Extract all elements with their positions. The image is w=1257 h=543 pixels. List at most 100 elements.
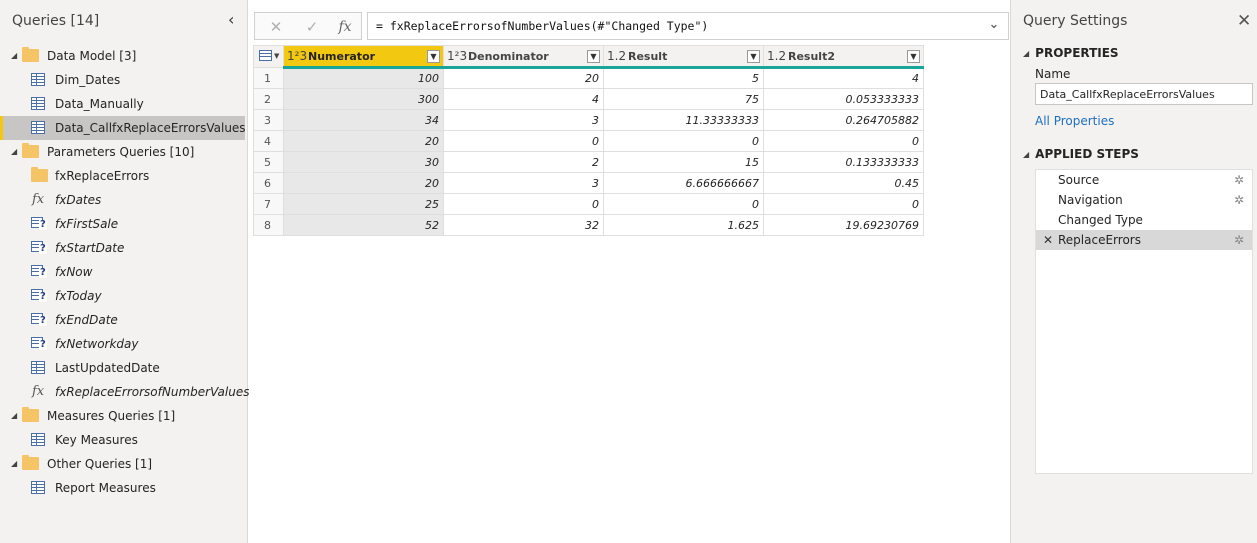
column-header[interactable]: 1²3 Denominator ▼ <box>443 45 604 69</box>
query-group[interactable]: ◢ Measures Queries [1] <box>0 404 248 428</box>
query-item[interactable]: fx fxReplaceErrorsofNumberValues <box>0 380 249 404</box>
query-item[interactable]: fxEndDate <box>0 308 248 332</box>
table-row: 4 20 0 0 0 <box>253 130 924 152</box>
table-cell[interactable]: 0 <box>763 193 924 215</box>
column-header[interactable]: 1.2 Result ▼ <box>603 45 764 69</box>
query-item[interactable]: fxToday <box>0 284 248 308</box>
row-number[interactable]: 7 <box>253 193 284 215</box>
table-cell[interactable]: 0.053333333 <box>763 88 924 110</box>
query-item[interactable]: Dim_Dates <box>0 68 248 92</box>
row-number[interactable]: 2 <box>253 88 284 110</box>
table-cell[interactable]: 0 <box>763 130 924 152</box>
table-cell[interactable]: 0 <box>603 193 764 215</box>
query-item[interactable]: fx fxDates <box>0 188 248 212</box>
gear-icon[interactable]: ✲ <box>1234 230 1244 250</box>
commit-formula-icon[interactable]: ✓ <box>302 17 322 37</box>
filter-dropdown-icon[interactable]: ▼ <box>587 49 600 63</box>
row-number[interactable]: 6 <box>253 172 284 194</box>
table-cell[interactable]: 19.69230769 <box>763 214 924 236</box>
query-group[interactable]: ◢ Other Queries [1] <box>0 452 248 476</box>
table-cell[interactable]: 6.666666667 <box>603 172 764 194</box>
query-item[interactable]: fxReplaceErrors <box>0 164 248 188</box>
column-header[interactable]: 1²3 Numerator ▼ <box>283 45 444 69</box>
table-cell[interactable]: 300 <box>283 88 444 110</box>
delete-step-icon[interactable]: ✕ <box>1043 230 1053 250</box>
query-item[interactable]: Data_CallfxReplaceErrorsValues <box>0 116 246 140</box>
table-cell[interactable]: 75 <box>603 88 764 110</box>
gear-icon[interactable]: ✲ <box>1234 170 1244 190</box>
applied-step[interactable]: Changed Type <box>1036 210 1252 230</box>
query-item[interactable]: Key Measures <box>0 428 248 452</box>
expand-triangle-icon[interactable]: ◢ <box>11 452 17 476</box>
row-number[interactable]: 3 <box>253 109 284 131</box>
table-cell[interactable]: 4 <box>443 88 604 110</box>
table-cell[interactable]: 0.264705882 <box>763 109 924 131</box>
gear-icon[interactable]: ✲ <box>1234 190 1244 210</box>
query-item[interactable]: fxFirstSale <box>0 212 248 236</box>
table-cell[interactable]: 0 <box>603 130 764 152</box>
row-number[interactable]: 1 <box>253 67 284 89</box>
table-cell[interactable]: 25 <box>283 193 444 215</box>
column-type-icon[interactable]: 1²3 <box>287 47 307 66</box>
table-cell[interactable]: 0.45 <box>763 172 924 194</box>
row-number[interactable]: 5 <box>253 151 284 173</box>
applied-step[interactable]: ✕ ReplaceErrors ✲ <box>1036 230 1252 250</box>
table-cell[interactable]: 0 <box>443 130 604 152</box>
cancel-formula-icon[interactable]: ✕ <box>266 17 286 37</box>
table-cell[interactable]: 15 <box>603 151 764 173</box>
expand-formula-icon[interactable]: ⌄ <box>986 17 1002 35</box>
row-number[interactable]: 4 <box>253 130 284 152</box>
table-cell[interactable]: 3 <box>443 172 604 194</box>
table-cell[interactable]: 0.133333333 <box>763 151 924 173</box>
query-item[interactable]: LastUpdatedDate <box>0 356 248 380</box>
table-cell[interactable]: 4 <box>763 67 924 89</box>
row-number[interactable]: 8 <box>253 214 284 236</box>
column-type-icon[interactable]: 1²3 <box>447 47 467 66</box>
filter-dropdown-icon[interactable]: ▼ <box>427 49 440 63</box>
table-row: 8 52 32 1.625 19.69230769 <box>253 214 924 236</box>
column-name: Denominator <box>468 49 549 63</box>
applied-step[interactable]: Source ✲ <box>1036 170 1252 190</box>
expand-triangle-icon[interactable]: ◢ <box>11 44 17 68</box>
all-properties-link[interactable]: All Properties <box>1035 114 1114 128</box>
table-cell[interactable]: 20 <box>283 172 444 194</box>
table-cell[interactable]: 0 <box>443 193 604 215</box>
table-cell[interactable]: 3 <box>443 109 604 131</box>
column-type-icon[interactable]: 1.2 <box>607 47 626 66</box>
column-type-icon[interactable]: 1.2 <box>767 47 786 66</box>
query-group[interactable]: ◢ Data Model [3] <box>0 44 248 68</box>
table-cell[interactable]: 100 <box>283 67 444 89</box>
table-cell[interactable]: 34 <box>283 109 444 131</box>
query-item[interactable]: fxNetworkday <box>0 332 248 356</box>
formula-text[interactable]: = fxReplaceErrorsofNumberValues(#"Change… <box>376 19 708 33</box>
filter-dropdown-icon[interactable]: ▼ <box>747 49 760 63</box>
column-header[interactable]: 1.2 Result2 ▼ <box>763 45 924 69</box>
filter-dropdown-icon[interactable]: ▼ <box>907 49 920 63</box>
table-cell[interactable]: 32 <box>443 214 604 236</box>
table-cell[interactable]: 11.33333333 <box>603 109 764 131</box>
query-group[interactable]: ◢ Parameters Queries [10] <box>0 140 248 164</box>
table-cell[interactable]: 2 <box>443 151 604 173</box>
query-name-input[interactable] <box>1035 83 1253 105</box>
query-item[interactable]: fxStartDate <box>0 236 248 260</box>
table-cell[interactable]: 30 <box>283 151 444 173</box>
expand-triangle-icon[interactable]: ◢ <box>11 140 17 164</box>
applied-steps-section-header[interactable]: ◢ APPLIED STEPS <box>1023 147 1139 161</box>
query-item[interactable]: Report Measures <box>0 476 248 500</box>
properties-section-header[interactable]: ◢ PROPERTIES <box>1023 46 1119 60</box>
table-cell[interactable]: 1.625 <box>603 214 764 236</box>
applied-step[interactable]: Navigation ✲ <box>1036 190 1252 210</box>
table-icon <box>31 481 45 494</box>
query-item[interactable]: Data_Manually <box>0 92 248 116</box>
table-cell[interactable]: 20 <box>283 130 444 152</box>
table-menu-button[interactable]: ▼ <box>253 45 284 68</box>
expand-triangle-icon[interactable]: ◢ <box>11 404 17 428</box>
query-item[interactable]: fxNow <box>0 260 248 284</box>
close-icon[interactable]: ✕ <box>1237 11 1253 31</box>
table-cell[interactable]: 20 <box>443 67 604 89</box>
formula-input[interactable]: = fxReplaceErrorsofNumberValues(#"Change… <box>367 12 1009 40</box>
collapse-queries-button[interactable]: ‹ <box>228 12 242 29</box>
insert-step-fx-icon[interactable]: fx <box>335 17 355 37</box>
table-cell[interactable]: 5 <box>603 67 764 89</box>
table-cell[interactable]: 52 <box>283 214 444 236</box>
